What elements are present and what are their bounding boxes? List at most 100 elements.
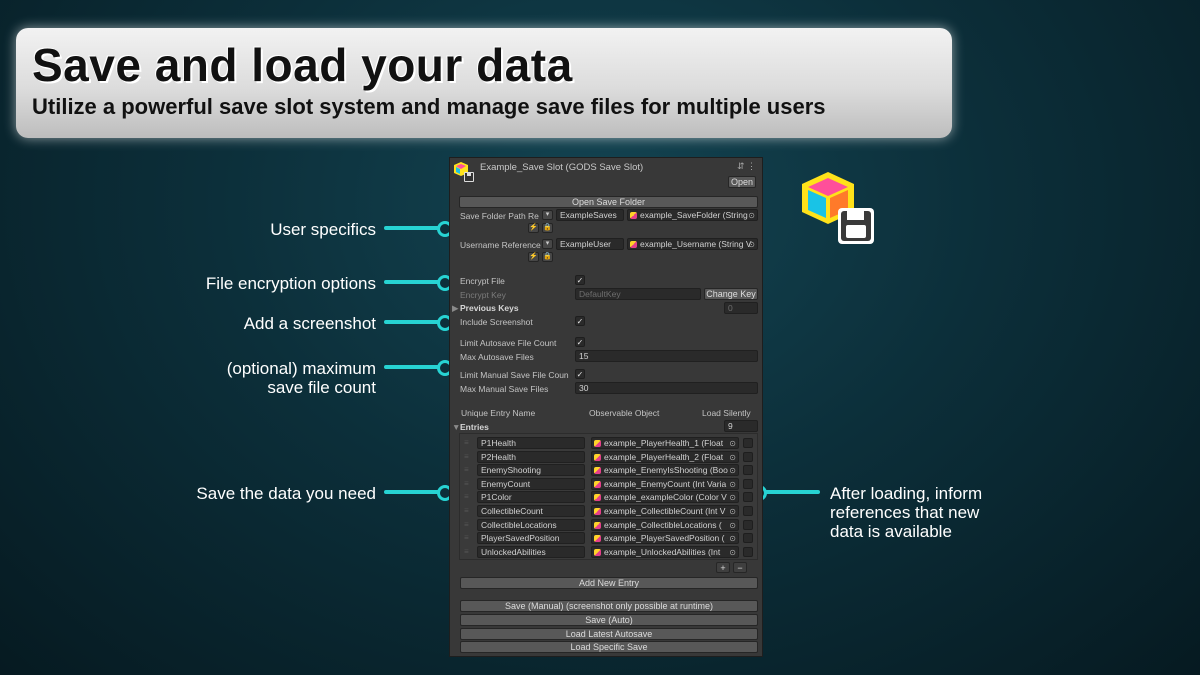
entry-name-field[interactable]: CollectibleCount [477,505,585,517]
object-picker-icon[interactable]: ⊙ [748,240,755,249]
lock-icon[interactable]: 🔒 [542,223,553,233]
save-auto-button[interactable]: Save (Auto) [460,614,758,626]
include-screenshot-label: Include Screenshot [460,317,533,327]
foldout-arrow-icon[interactable]: ▶ [452,303,459,314]
encrypt-file-checkbox[interactable]: ✓ [575,275,585,285]
entry-observable-field[interactable]: example_CollectibleCount (Int V ⊙ [591,505,739,517]
entry-name-field[interactable]: P2Health [477,451,585,463]
entry-observable-text: example_UnlockedAbilities (Int [604,547,721,557]
load-specific-save-button[interactable]: Load Specific Save [460,641,758,653]
entry-name-field[interactable]: P1Color [477,491,585,503]
save-manual-button[interactable]: Save (Manual) (screenshot only possible … [460,600,758,612]
change-key-button[interactable]: Change Key [704,288,758,300]
entry-name-field[interactable]: CollectibleLocations [477,519,585,531]
entry-observable-field[interactable]: example_EnemyCount (Int Varia ⊙ [591,478,739,490]
open-button[interactable]: Open [728,176,756,188]
username-ref-field[interactable]: example_Username (String V ⊙ [627,238,758,250]
entry-observable-field[interactable]: example_EnemyIsShooting (Boo ⊙ [591,464,739,476]
object-picker-icon[interactable]: ⊙ [748,211,755,220]
entry-observable-field[interactable]: example_exampleColor (Color V ⊙ [591,491,739,503]
scriptable-object-icon [594,535,601,542]
entry-observable-field[interactable]: example_PlayerHealth_2 (Float ⊙ [591,451,739,463]
entry-name-field[interactable]: EnemyCount [477,478,585,490]
add-new-entry-button[interactable]: Add New Entry [460,577,758,589]
entry-observable-field[interactable]: example_CollectibleLocations (⊙ [591,519,739,531]
drag-handle-icon[interactable]: ≡ [464,438,469,447]
object-picker-icon[interactable]: ⊙ [729,521,736,530]
add-entry-plus-button[interactable]: + [716,562,730,573]
entry-observable-field[interactable]: example_UnlockedAbilities (Int ⊙ [591,546,739,558]
remove-entry-minus-button[interactable]: − [733,562,747,573]
object-picker-icon[interactable]: ⊙ [729,493,736,502]
drag-handle-icon[interactable]: ≡ [464,479,469,488]
scriptable-object-icon [594,440,601,447]
username-ref-text: example_Username (String V [640,239,752,249]
limit-manual-label: Limit Manual Save File Coun [460,370,569,380]
load-silently-checkbox[interactable] [743,452,753,462]
dropdown-arrow-icon[interactable]: ▾ [542,210,553,220]
drag-handle-icon[interactable]: ≡ [464,492,469,501]
entry-name-field[interactable]: EnemyShooting [477,464,585,476]
scriptable-object-icon [594,481,601,488]
gods-logo-icon [796,168,880,248]
load-silently-checkbox[interactable] [743,520,753,530]
callout-user-specifics: User specifics [270,220,376,239]
load-silently-checkbox[interactable] [743,533,753,543]
drag-handle-icon[interactable]: ≡ [464,533,469,542]
save-folder-value-field[interactable]: ExampleSaves [556,209,624,221]
object-picker-icon[interactable]: ⊙ [729,548,736,557]
callout-file-encryption: File encryption options [205,274,376,293]
object-picker-icon[interactable]: ⊙ [729,453,736,462]
entry-observable-text: example_CollectibleCount (Int V [604,506,726,516]
load-silently-checkbox[interactable] [743,479,753,489]
scriptable-object-icon [594,494,601,501]
load-silently-checkbox[interactable] [743,465,753,475]
save-folder-ref-field[interactable]: example_SaveFolder (String ⊙ [627,209,758,221]
drag-handle-icon[interactable]: ≡ [464,506,469,515]
drag-handle-icon[interactable]: ≡ [464,452,469,461]
entries-label[interactable]: Entries [460,422,489,432]
link-icon[interactable]: ⚡ [528,252,539,262]
callout-max-count-line2: save file count [267,378,376,397]
callout-connector [384,490,440,494]
column-header-observable: Observable Object [589,408,660,418]
entries-count-field[interactable]: 9 [724,420,758,432]
object-picker-icon[interactable]: ⊙ [729,507,736,516]
save-folder-path-label: Save Folder Path Re [460,211,539,221]
entry-observable-field[interactable]: example_PlayerSavedPosition (⊙ [591,532,739,544]
limit-autosave-label: Limit Autosave File Count [460,338,557,348]
include-screenshot-checkbox[interactable]: ✓ [575,316,585,326]
max-manual-field[interactable]: 30 [575,382,758,394]
max-autosave-field[interactable]: 15 [575,350,758,362]
entry-name-field[interactable]: UnlockedAbilities [477,546,585,558]
entry-name-field[interactable]: P1Health [477,437,585,449]
username-reference-label: Username Reference [460,240,541,250]
link-icon[interactable]: ⚡ [528,223,539,233]
callout-max-count-line1: (optional) maximum [226,359,376,378]
dropdown-arrow-icon[interactable]: ▾ [542,239,553,249]
limit-autosave-checkbox[interactable]: ✓ [575,337,585,347]
load-silently-checkbox[interactable] [743,492,753,502]
load-silently-checkbox[interactable] [743,506,753,516]
callout-after-loading-line3: data is available [830,522,952,541]
entry-name-field[interactable]: PlayerSavedPosition [477,532,585,544]
limit-manual-checkbox[interactable]: ✓ [575,369,585,379]
drag-handle-icon[interactable]: ≡ [464,520,469,529]
load-silently-checkbox[interactable] [743,438,753,448]
load-latest-autosave-button[interactable]: Load Latest Autosave [460,628,758,640]
load-silently-checkbox[interactable] [743,547,753,557]
username-value-field[interactable]: ExampleUser [556,238,624,250]
object-picker-icon[interactable]: ⊙ [729,480,736,489]
inspector-menu-icon[interactable]: ⇵ ⋮ [737,161,756,172]
previous-keys-label[interactable]: Previous Keys [460,303,519,313]
encrypt-key-field[interactable]: DefaultKey [575,288,701,300]
drag-handle-icon[interactable]: ≡ [464,465,469,474]
drag-handle-icon[interactable]: ≡ [464,547,469,556]
object-picker-icon[interactable]: ⊙ [729,534,736,543]
object-picker-icon[interactable]: ⊙ [729,439,736,448]
object-picker-icon[interactable]: ⊙ [729,466,736,475]
entry-observable-field[interactable]: example_PlayerHealth_1 (Float ⊙ [591,437,739,449]
open-save-folder-button[interactable]: Open Save Folder [459,196,758,208]
lock-icon[interactable]: 🔒 [542,252,553,262]
entry-observable-text: example_EnemyIsShooting (Boo [604,465,728,475]
